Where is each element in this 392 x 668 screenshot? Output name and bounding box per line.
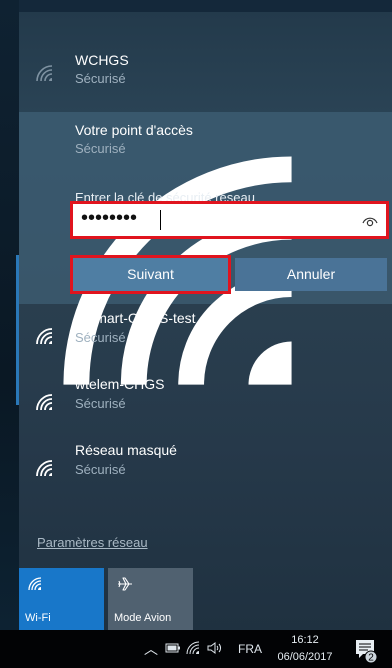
next-button[interactable]: Suivant xyxy=(70,255,231,294)
network-name: Votre point d'accès xyxy=(75,122,193,138)
desktop-background xyxy=(0,0,19,630)
notification-count: 2 xyxy=(368,653,374,664)
security-key-input[interactable]: •••••••• xyxy=(70,201,389,239)
network-status: Sécurisé xyxy=(75,141,126,156)
network-item-0[interactable]: wismart-CHGS-test Sécurisé xyxy=(19,304,392,370)
password-mask: •••••••• xyxy=(81,207,138,229)
notification-center-icon[interactable]: 2 xyxy=(354,638,378,664)
network-item-wchgs[interactable]: WCHGS Sécurisé xyxy=(19,12,392,100)
text-caret xyxy=(160,210,161,230)
cancel-button[interactable]: Annuler xyxy=(235,258,387,291)
network-status: Sécurisé xyxy=(75,462,126,477)
taskbar: ︿ FRA 16:12 06/06/2017 2 xyxy=(0,630,392,668)
wifi-tray-icon[interactable] xyxy=(186,641,200,655)
network-flyout: WCHGS Sécurisé Votre point d'accès Sécur… xyxy=(19,12,392,630)
network-item-2[interactable]: Réseau masqué Sécurisé xyxy=(19,436,392,502)
network-name: Réseau masqué xyxy=(75,442,177,458)
network-name: WCHGS xyxy=(75,52,129,68)
network-name: wtelem-CHGS xyxy=(75,376,165,392)
wifi-signal-icon xyxy=(36,328,53,345)
quick-action-wifi[interactable]: Wi-Fi xyxy=(19,568,104,630)
network-status: Sécurisé xyxy=(75,330,126,345)
clock-time: 16:12 xyxy=(291,634,319,646)
wifi-signal-icon xyxy=(36,65,53,82)
quick-action-label: Mode Avion xyxy=(114,612,172,624)
airplane-icon xyxy=(118,577,132,591)
network-item-1[interactable]: wtelem-CHGS Sécurisé xyxy=(19,370,392,436)
wifi-signal-icon xyxy=(36,394,53,411)
network-status: Sécurisé xyxy=(75,396,126,411)
network-settings-link[interactable]: Paramètres réseau xyxy=(37,535,148,550)
quick-action-label: Wi-Fi xyxy=(25,612,51,624)
network-name: wismart-CHGS-test xyxy=(75,310,196,326)
wifi-signal-icon xyxy=(36,460,53,477)
security-key-label: Entrer la clé de sécurité réseau xyxy=(75,190,255,205)
language-indicator[interactable]: FRA xyxy=(238,642,262,656)
clock[interactable]: 16:12 06/06/2017 xyxy=(270,632,340,666)
reveal-password-icon[interactable] xyxy=(362,213,378,227)
network-status: Sécurisé xyxy=(75,71,126,86)
chevron-up-icon[interactable]: ︿ xyxy=(144,639,158,659)
battery-icon[interactable] xyxy=(165,643,181,654)
wifi-icon xyxy=(28,577,42,591)
desktop-background-top xyxy=(19,0,392,12)
quick-action-airplane[interactable]: Mode Avion xyxy=(108,568,193,630)
clock-date: 06/06/2017 xyxy=(277,651,333,663)
volume-icon[interactable] xyxy=(206,641,224,655)
